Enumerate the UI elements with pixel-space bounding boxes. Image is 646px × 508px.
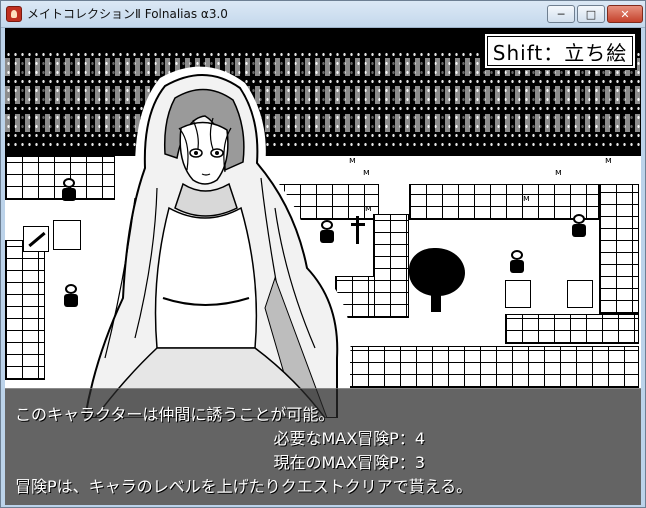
title-bar[interactable]: メイトコレクションⅡ Folnalias α3.0 ─ □ ✕ (1, 1, 645, 28)
stone-wall (505, 314, 639, 344)
shop-counter (567, 280, 593, 308)
npc-villager[interactable] (569, 214, 589, 238)
tree-trunk (431, 290, 441, 312)
message-line: このキャラクターは仲間に誘うことが可能。 (15, 405, 335, 424)
stone-wall (373, 214, 409, 318)
npc-girl[interactable] (507, 250, 527, 274)
minimize-button[interactable]: ─ (547, 5, 575, 23)
game-screen[interactable]: ᴍ ᴍ ᴍ ᴍ ᴍ ᴍ Shift：立ち絵 このキャラクターは仲間に誘うことが可… (5, 28, 641, 505)
message-window[interactable]: このキャラクターは仲間に誘うことが可能。 必要なMAX冒険P：4 現在のMAX冒… (5, 388, 641, 505)
grass-tuft: ᴍ (555, 168, 562, 178)
message-line: 現在のMAX冒険P：3 (273, 453, 425, 472)
grass-tuft: ᴍ (523, 194, 530, 204)
stone-wall (335, 346, 639, 388)
grass-tuft: ᴍ (365, 204, 372, 214)
weapon-shop-sign (23, 226, 49, 252)
maximize-button[interactable]: □ (577, 5, 605, 23)
character-portrait (65, 66, 351, 418)
stone-wall (5, 240, 45, 380)
shift-portrait-hint: Shift：立ち絵 (483, 32, 637, 70)
close-button[interactable]: ✕ (607, 5, 643, 23)
shop-counter (505, 280, 531, 308)
stone-wall (599, 184, 639, 314)
game-window: メイトコレクションⅡ Folnalias α3.0 ─ □ ✕ ᴍ ᴍ ᴍ ᴍ … (0, 0, 646, 508)
tree (409, 248, 465, 296)
app-icon (6, 6, 22, 22)
message-line: 必要なMAX冒険P：4 (273, 429, 425, 448)
message-line: 冒険Pは、キャラのレベルを上げたりクエストクリアで貰える。 (15, 477, 473, 496)
window-title: メイトコレクションⅡ Folnalias α3.0 (27, 7, 228, 21)
grass-tuft: ᴍ (605, 156, 612, 166)
